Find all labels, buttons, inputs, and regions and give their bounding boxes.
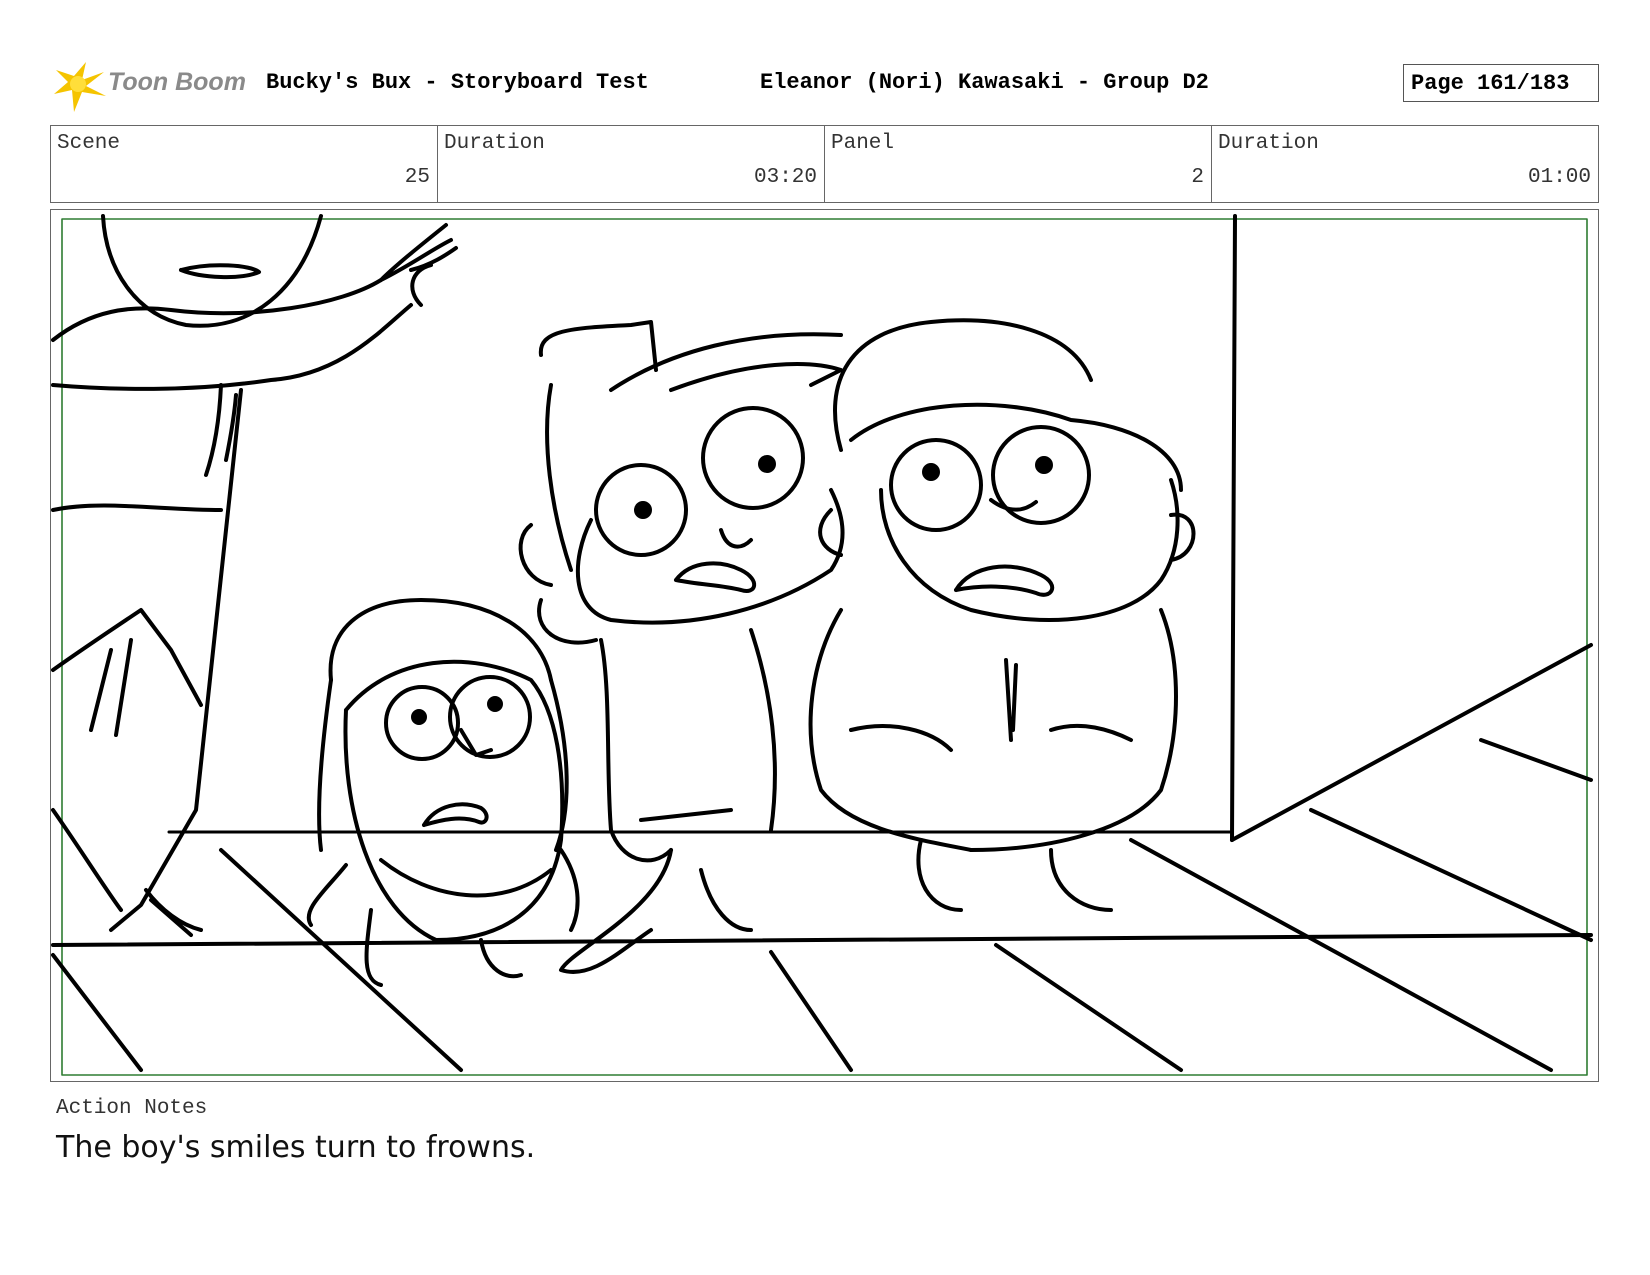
scene-value: 25 — [404, 166, 430, 189]
child-right — [808, 318, 1196, 912]
child-left — [306, 598, 580, 987]
panel-duration-cell: Duration 01:00 — [1212, 126, 1598, 202]
panel-drawing — [51, 214, 1593, 1076]
document-title: Bucky's Bux - Storyboard Test — [266, 70, 649, 95]
scene-duration-value: 03:20 — [753, 166, 817, 189]
storyboard-panel — [50, 209, 1599, 1082]
page-number: Page 161/183 — [1411, 71, 1570, 96]
action-notes-text: The boy's smiles turn to frowns. — [56, 1130, 536, 1165]
panel-value: 2 — [1191, 166, 1204, 189]
storyboard-header: Toon Boom Bucky's Bux - Storyboard Test … — [52, 58, 1600, 114]
action-notes-label: Action Notes — [56, 1097, 208, 1120]
scene-duration-cell: Duration 03:20 — [438, 126, 825, 202]
panel-duration-label: Duration — [1218, 132, 1319, 155]
logo-text: Toon Boom — [108, 68, 246, 96]
room-background — [51, 214, 1593, 1072]
panel-label: Panel — [831, 132, 895, 155]
scene-duration-label: Duration — [444, 132, 545, 155]
adult-figure — [51, 214, 458, 937]
scene-cell: Scene 25 — [51, 126, 438, 202]
child-middle — [518, 320, 845, 974]
panel-duration-value: 01:00 — [1527, 166, 1591, 189]
scene-label: Scene — [57, 132, 121, 155]
panel-cell: Panel 2 — [825, 126, 1212, 202]
toon-boom-logo: Toon Boom — [52, 58, 252, 114]
page-number-box: Page 161/183 — [1403, 64, 1599, 102]
panel-info-row: Scene 25 Duration 03:20 Panel 2 Duration… — [50, 125, 1599, 203]
artist-name: Eleanor (Nori) Kawasaki - Group D2 — [760, 70, 1209, 95]
star-burst-icon — [54, 62, 106, 112]
